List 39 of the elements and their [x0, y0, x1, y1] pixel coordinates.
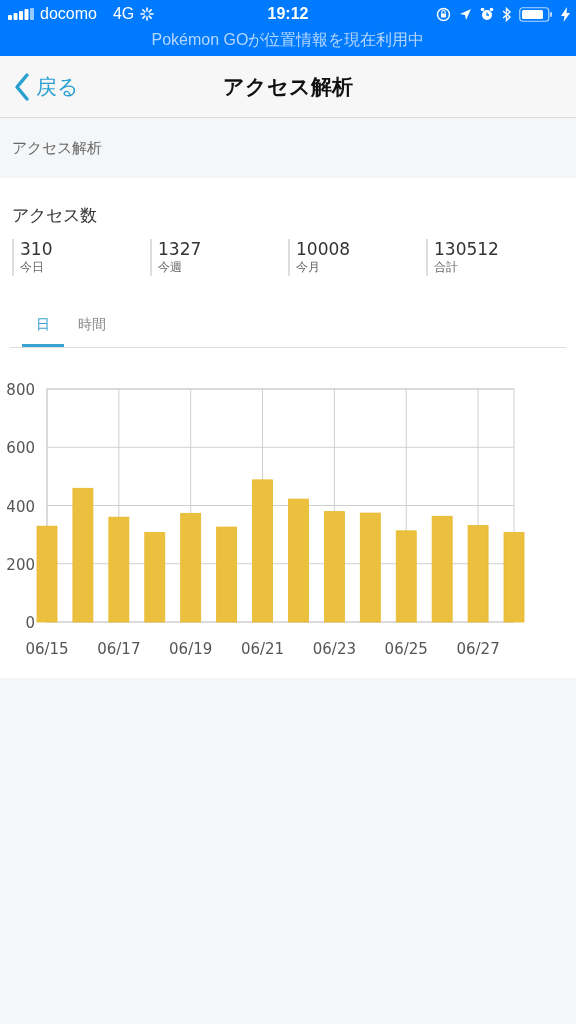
- y-tick-label: 400: [6, 497, 35, 516]
- stat-value: 10008: [296, 239, 352, 259]
- clock-time: 19:12: [267, 5, 309, 23]
- stat-label: 今日: [20, 259, 45, 276]
- y-tick-label: 600: [6, 439, 35, 458]
- back-button[interactable]: 戻る: [0, 71, 79, 102]
- stat-value: 310: [20, 239, 54, 259]
- network-type: 4G: [112, 5, 135, 23]
- x-tick-label: 06/17: [97, 640, 141, 658]
- stat-value: 1327: [158, 239, 203, 259]
- location-arrow-icon: [459, 7, 472, 21]
- x-tick-label: 06/23: [312, 640, 356, 658]
- x-tick-label: 06/19: [169, 640, 213, 658]
- y-tick-label: 800: [6, 381, 35, 399]
- carrier-name: docomo: [40, 5, 97, 23]
- period-tab[interactable]: 時間: [64, 310, 120, 347]
- x-tick-label: 06/21: [240, 640, 285, 658]
- rotation-lock-icon: [436, 6, 451, 22]
- stat-label: 合計: [434, 259, 459, 276]
- signal-icon: [8, 8, 34, 20]
- y-tick-label: 200: [6, 555, 35, 574]
- x-tick-label: 06/25: [384, 640, 428, 658]
- spinner-icon: [140, 7, 155, 21]
- stat-label: 今週: [158, 259, 183, 276]
- location-banner[interactable]: Pokémon GOが位置情報を現在利用中: [151, 30, 425, 51]
- charging-bolt-icon: [561, 6, 570, 22]
- page-title: アクセス解析: [223, 73, 353, 101]
- stat-label: 今月: [296, 259, 321, 276]
- bluetooth-icon: [502, 6, 511, 22]
- period-tab[interactable]: 日: [22, 310, 64, 347]
- stat-value: 130512: [434, 239, 500, 259]
- section-header: アクセス解析: [12, 138, 102, 158]
- y-tick-label: 0: [25, 614, 35, 632]
- x-tick-label: 06/27: [456, 640, 500, 658]
- x-tick-label: 06/15: [25, 640, 69, 658]
- battery-icon: [519, 6, 553, 22]
- alarm-clock-icon: [480, 7, 494, 21]
- card-title: アクセス数: [11, 204, 98, 227]
- chevron-left-icon: [14, 71, 30, 102]
